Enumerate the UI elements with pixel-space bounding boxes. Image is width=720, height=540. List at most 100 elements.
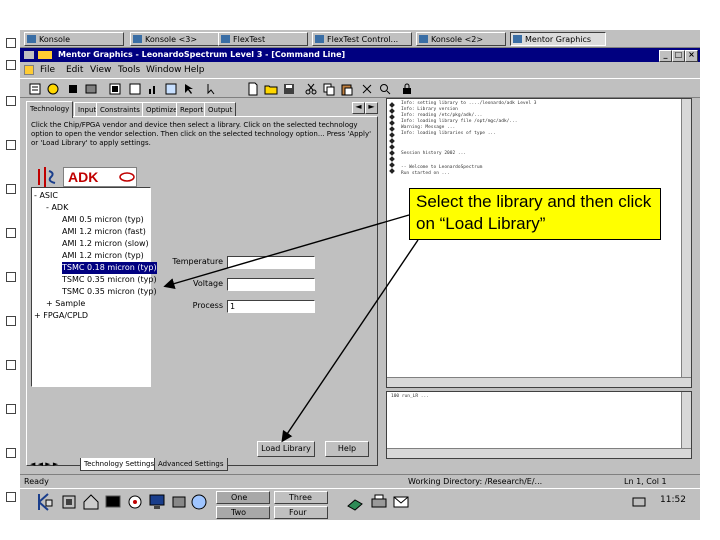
tab-technology-settings[interactable]: Technology Settings: [80, 458, 159, 471]
menu-edit[interactable]: Edit: [66, 62, 83, 78]
copy-icon[interactable]: [322, 82, 336, 96]
tree-item-library[interactable]: TSMC 0.35 micron (typ): [62, 286, 157, 298]
slide-bullet: [6, 448, 16, 458]
pointer-icon[interactable]: [204, 82, 218, 96]
menu-help[interactable]: Help: [184, 62, 205, 78]
new-file-icon[interactable]: [246, 82, 260, 96]
library-tree[interactable]: - ASIC - ADK AMI 0.5 micron (typ) AMI 1.…: [31, 187, 157, 387]
tree-item-library[interactable]: AMI 1.2 micron (typ): [62, 250, 144, 262]
desktop-three-button[interactable]: Three: [274, 491, 328, 504]
log-line: -- Welcome to LeonardoSpectrum: [401, 165, 483, 170]
task-mentor-graphics[interactable]: Mentor Graphics: [510, 32, 606, 46]
settings-tabs: ◄ ◄ ► ► Technology Settings Advanced Set…: [30, 458, 380, 472]
tree-item-sample[interactable]: + Sample: [46, 298, 85, 310]
mail-icon[interactable]: [392, 492, 410, 512]
expand-icon[interactable]: +: [34, 311, 41, 320]
kde-start-icon[interactable]: [36, 492, 54, 512]
tree-item-library[interactable]: AMI 1.2 micron (fast): [62, 226, 146, 238]
desktop-four-button[interactable]: Four: [274, 506, 328, 519]
lock-icon[interactable]: [400, 82, 414, 96]
cursor-icon[interactable]: [182, 82, 196, 96]
close-icon[interactable]: ×: [685, 50, 698, 62]
transcript-log[interactable]: Info: setting library to ..../leonardo/a…: [386, 98, 692, 388]
help-button[interactable]: Help: [325, 441, 369, 457]
printer-icon[interactable]: [370, 492, 388, 512]
log-horizontal-scrollbar[interactable]: [387, 377, 691, 387]
close-doc-icon[interactable]: [360, 82, 374, 96]
open-folder-icon[interactable]: [264, 82, 278, 96]
schematic-icon[interactable]: [108, 82, 122, 96]
collapse-icon[interactable]: -: [34, 191, 37, 200]
desktop-two-button[interactable]: Two: [216, 506, 270, 519]
menu-tools[interactable]: Tools: [118, 62, 140, 78]
task-konsole[interactable]: Konsole: [24, 32, 124, 46]
load-library-button[interactable]: Load Library: [257, 441, 315, 457]
tab-technology[interactable]: Technology: [26, 101, 74, 118]
log-marker-icon: [389, 132, 395, 138]
temperature-field[interactable]: [227, 256, 315, 269]
maximize-icon[interactable]: □: [672, 50, 685, 62]
home-folder-icon[interactable]: [82, 492, 100, 512]
desktop-one-button[interactable]: One: [216, 491, 270, 504]
tree-item-adk[interactable]: - ADK: [46, 202, 68, 214]
netlist-icon[interactable]: [164, 82, 178, 96]
scroll-tabs-left-icon[interactable]: ◄: [352, 102, 365, 114]
find-icon[interactable]: [378, 82, 392, 96]
tree-item-fpga[interactable]: + FPGA/CPLD: [34, 310, 88, 322]
expand-icon[interactable]: +: [46, 299, 53, 308]
browser-icon[interactable]: [190, 492, 208, 512]
panel-description: Click the Chip/FPGA vendor and device th…: [31, 121, 372, 147]
minimize-icon[interactable]: _: [659, 50, 672, 62]
settings-app-icon[interactable]: [170, 492, 188, 512]
task-konsole-3[interactable]: Konsole <3>: [130, 32, 230, 46]
paste-icon[interactable]: [340, 82, 354, 96]
collapse-icon[interactable]: -: [46, 203, 49, 212]
task-konsole-2[interactable]: Konsole <2>: [416, 32, 506, 46]
temperature-label: Temperature: [172, 257, 223, 266]
report-icon[interactable]: [128, 82, 142, 96]
cmd-horizontal-scrollbar[interactable]: [387, 448, 691, 458]
menu-window[interactable]: Window: [146, 62, 182, 78]
monitor-icon[interactable]: [148, 492, 166, 512]
log-marker-icon: [389, 126, 395, 132]
help-icon[interactable]: [46, 82, 60, 96]
task-flextest-control[interactable]: FlexTest Control...: [312, 32, 412, 46]
tab-report[interactable]: Report: [176, 102, 208, 117]
process-field[interactable]: 1: [227, 300, 315, 313]
log-vertical-scrollbar[interactable]: [681, 99, 691, 387]
notification-icon[interactable]: [630, 492, 648, 512]
terminal-icon: [133, 35, 142, 43]
slide-bullet: [6, 316, 16, 326]
tab-advanced-settings[interactable]: Advanced Settings: [154, 458, 228, 471]
chip-graphic: [119, 172, 135, 182]
voltage-label: Voltage: [192, 279, 223, 288]
tab-constraints[interactable]: Constraints: [96, 102, 144, 117]
cut-icon[interactable]: [304, 82, 318, 96]
log-marker-icon: [389, 156, 395, 162]
save-icon[interactable]: [282, 82, 296, 96]
chip-icon[interactable]: [66, 82, 80, 96]
tree-item-library[interactable]: AMI 0.5 micron (typ): [62, 214, 144, 226]
tab-output[interactable]: Output: [204, 102, 237, 117]
tree-item-asic[interactable]: - ASIC: [34, 190, 58, 202]
tree-item-library-selected[interactable]: TSMC 0.18 micron (typ): [62, 262, 157, 274]
menu-view[interactable]: View: [90, 62, 111, 78]
command-input[interactable]: 100 run_LR ...: [386, 391, 692, 459]
book-icon[interactable]: [346, 492, 364, 512]
slide-bullet: [6, 96, 16, 106]
app-menu-icon[interactable]: [24, 51, 34, 59]
task-flextest[interactable]: FlexTest: [218, 32, 308, 46]
tree-item-library[interactable]: TSMC 0.35 micron (typ): [62, 274, 157, 286]
voltage-field[interactable]: [227, 278, 315, 291]
tree-item-library[interactable]: AMI 1.2 micron (slow): [62, 238, 149, 250]
window-list-icon[interactable]: [60, 492, 78, 512]
tab-scroll-arrows-icon[interactable]: ◄ ◄ ► ►: [30, 458, 74, 470]
settings-icon[interactable]: [84, 82, 98, 96]
help-center-icon[interactable]: [126, 492, 144, 512]
menu-file[interactable]: File: [40, 62, 55, 78]
terminal-app-icon[interactable]: [104, 492, 122, 512]
scroll-tabs-right-icon[interactable]: ►: [365, 102, 378, 114]
flow-icon[interactable]: [28, 82, 42, 96]
chart-icon[interactable]: [146, 82, 160, 96]
log-marker-icon: [389, 120, 395, 126]
